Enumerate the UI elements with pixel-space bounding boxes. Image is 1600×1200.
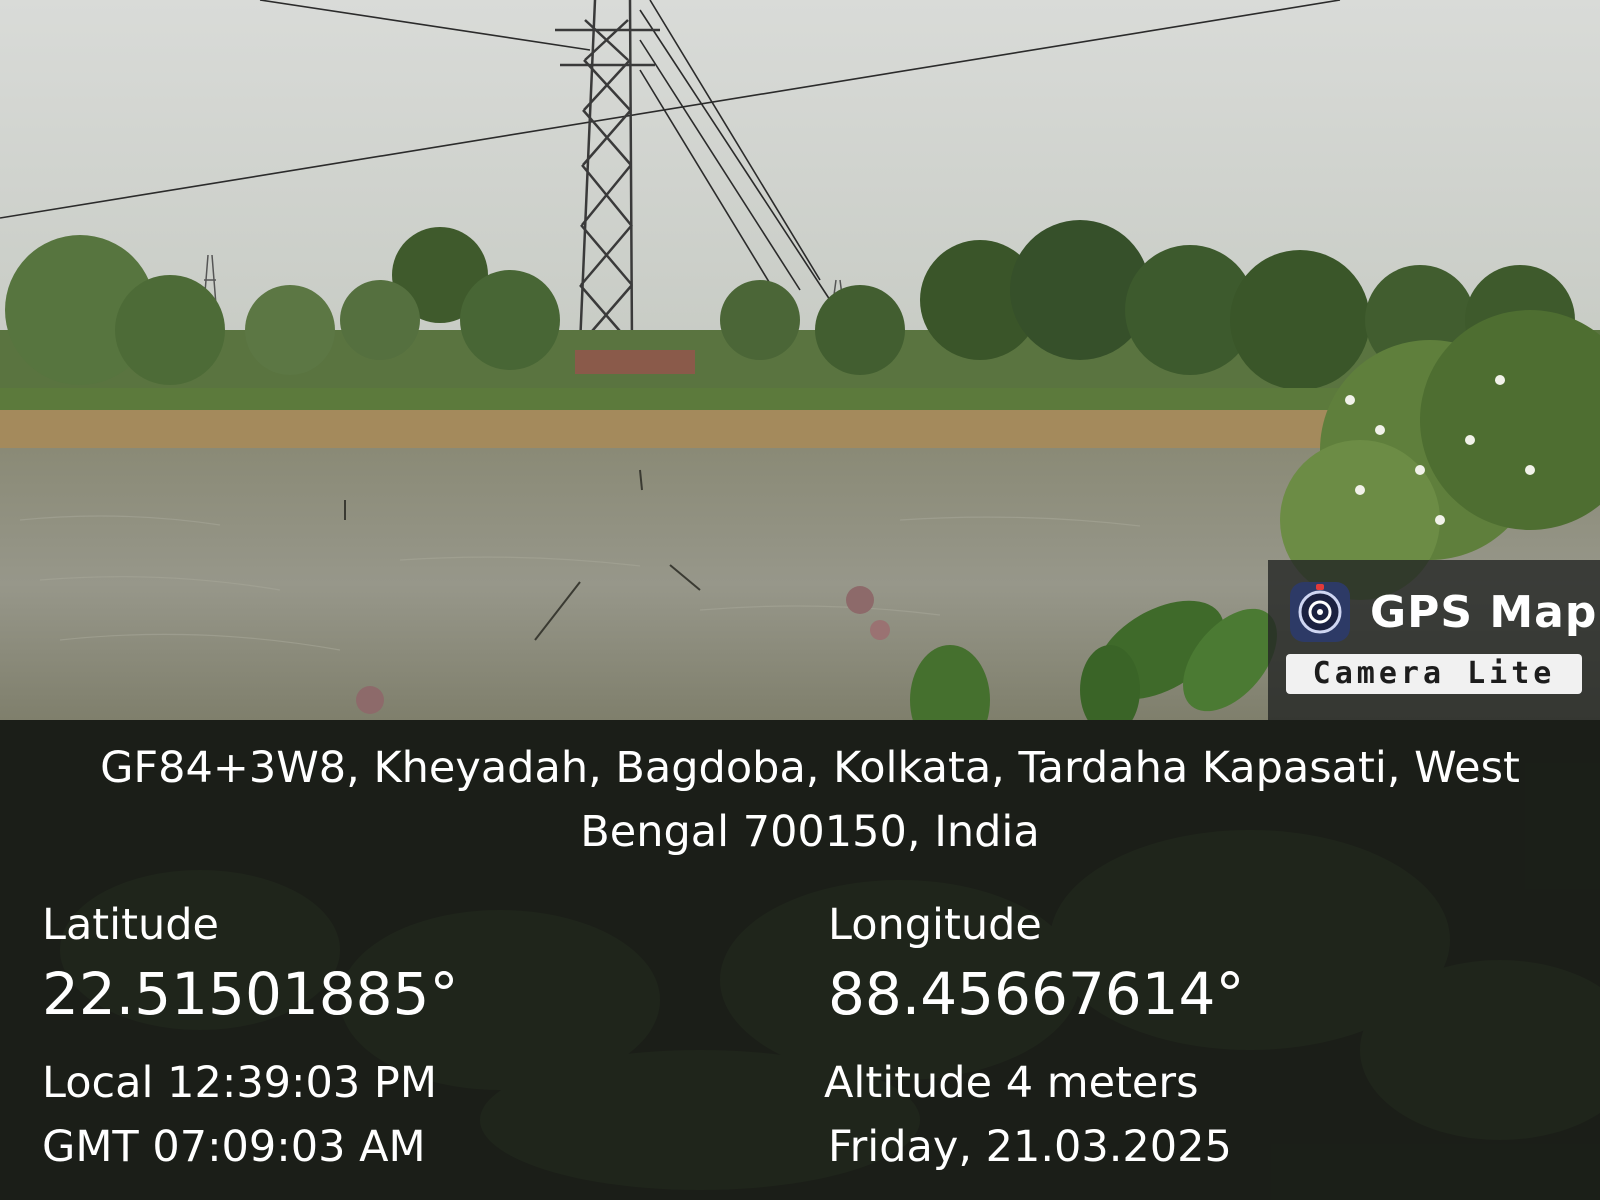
gps-watermark: GPS Map Camera Lite	[1268, 560, 1600, 720]
watermark-header: GPS Map	[1288, 580, 1597, 644]
house	[575, 350, 695, 374]
latitude-value: 22.51501885°	[42, 960, 459, 1028]
camera-lens-icon	[1290, 582, 1350, 642]
latitude-label: Latitude	[42, 900, 219, 950]
gps-info-panel: GF84+3W8, Kheyadah, Bagdoba, Kolkata, Ta…	[0, 720, 1600, 1200]
longitude-label: Longitude	[828, 900, 1042, 950]
watermark-title: GPS Map	[1370, 586, 1598, 638]
altitude-text: Altitude 4 meters	[824, 1058, 1199, 1108]
date-text: Friday, 21.03.2025	[828, 1122, 1232, 1172]
gmt-time: GMT 07:09:03 AM	[42, 1122, 426, 1172]
local-time: Local 12:39:03 PM	[42, 1058, 437, 1108]
address-text: GF84+3W8, Kheyadah, Bagdoba, Kolkata, Ta…	[100, 743, 1520, 857]
longitude-value: 88.45667614°	[828, 960, 1245, 1028]
watermark-subtitle: Camera Lite	[1286, 654, 1582, 694]
grass-bank	[0, 405, 1340, 450]
